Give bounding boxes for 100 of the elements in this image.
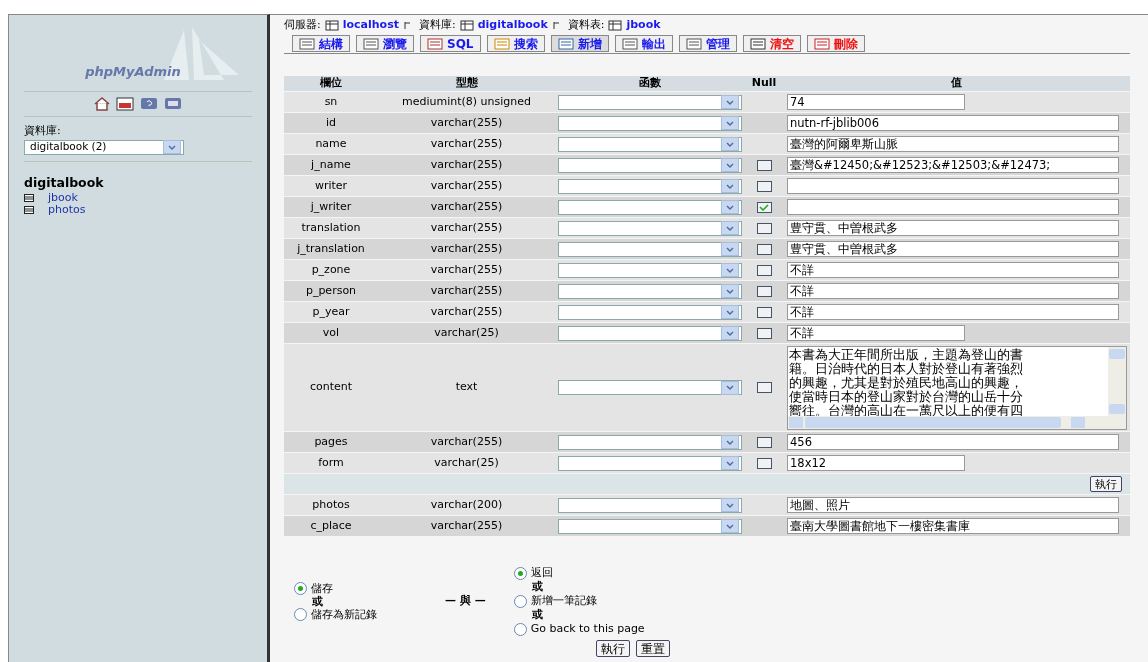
- function-select[interactable]: [558, 220, 742, 236]
- value-input[interactable]: 地圖、照片: [787, 497, 1119, 513]
- tab[interactable]: 刪除: [806, 35, 865, 52]
- null-checkbox[interactable]: [756, 457, 772, 469]
- form-button[interactable]: 重置: [636, 640, 670, 657]
- field-type: varchar(255): [429, 198, 504, 215]
- function-select[interactable]: [558, 434, 742, 450]
- function-select[interactable]: [558, 157, 742, 173]
- radio-button[interactable]: [294, 581, 307, 595]
- submit-button[interactable]: 執行: [1090, 476, 1122, 492]
- breadcrumb-icon: [459, 19, 474, 31]
- value-input[interactable]: 456: [787, 434, 1119, 450]
- sql-window-icon[interactable]: [116, 97, 134, 111]
- value-input[interactable]: 臺南大學圖書館地下一樓密集書庫: [787, 518, 1119, 534]
- function-select[interactable]: [558, 283, 742, 299]
- field-name: p_year: [311, 303, 351, 320]
- database-label: 資料庫:: [24, 123, 62, 139]
- radio-button[interactable]: [513, 566, 527, 580]
- function-select[interactable]: [558, 325, 742, 341]
- home-icon[interactable]: [94, 97, 110, 111]
- vertical-scrollbar[interactable]: [1108, 346, 1126, 416]
- column-header: 型態: [454, 75, 479, 92]
- null-checkbox[interactable]: [756, 285, 772, 297]
- tab[interactable]: 結構: [292, 35, 350, 52]
- function-select[interactable]: [558, 304, 742, 320]
- function-select[interactable]: [558, 241, 742, 257]
- function-select[interactable]: [558, 380, 742, 395]
- null-checkbox[interactable]: [756, 180, 772, 192]
- table-link[interactable]: photos: [48, 204, 86, 217]
- value-input[interactable]: 臺灣&#12450;&#12523;&#12503;&#12473;: [787, 157, 1119, 173]
- breadcrumb-link[interactable]: jbook: [626, 16, 661, 34]
- breadcrumb-label: 伺服器:: [284, 16, 321, 33]
- field-name: j_translation: [296, 240, 366, 257]
- function-select[interactable]: [558, 497, 742, 513]
- function-select[interactable]: [558, 136, 742, 152]
- tab[interactable]: 管理: [678, 35, 737, 52]
- null-checkbox[interactable]: [756, 222, 772, 234]
- breadcrumb-label: 資料庫:: [418, 16, 456, 33]
- function-select[interactable]: [558, 262, 742, 278]
- null-checkbox[interactable]: [756, 306, 772, 318]
- field-type: varchar(255): [429, 303, 504, 320]
- null-checkbox[interactable]: [756, 243, 772, 255]
- breadcrumb-link[interactable]: localhost: [342, 16, 399, 34]
- radio-button[interactable]: [513, 594, 527, 608]
- textarea-line: 本書為大正年間所出版，主題為登山的書: [789, 347, 1023, 362]
- value-input[interactable]: 豊守貫、中曽根武多: [787, 220, 1119, 236]
- breadcrumb-link[interactable]: digitalbook: [477, 16, 548, 34]
- radio-button[interactable]: [294, 607, 307, 621]
- radio-button[interactable]: [513, 622, 527, 636]
- null-checkbox[interactable]: [756, 436, 772, 448]
- function-select[interactable]: [558, 518, 742, 534]
- form-button[interactable]: 執行: [596, 640, 630, 657]
- database-select[interactable]: digitalbook (2): [24, 139, 184, 155]
- function-select[interactable]: [558, 94, 742, 110]
- field-type: varchar(255): [429, 135, 504, 152]
- value-textarea[interactable]: 本書為大正年間所出版，主題為登山的書 籍。日治時代的日本人對於登山有著強烈 的興趣，尤其是對於殖民地高山的興趣， 使當時日本的登山家對於台灣的山岳十分 嚮往。台灣的高山在一萬尺以上的便有四: [787, 345, 1127, 430]
- tab[interactable]: 清空: [742, 35, 801, 52]
- field-type: varchar(255): [429, 177, 504, 194]
- null-checkbox[interactable]: [756, 159, 772, 171]
- function-select[interactable]: [558, 199, 742, 215]
- value-input[interactable]: 臺灣的阿爾卑斯山脈: [787, 136, 1119, 152]
- value-input[interactable]: 不詳: [787, 325, 965, 341]
- value-input[interactable]: nutn-rf-jblib006: [787, 115, 1119, 131]
- table-icon: [24, 194, 34, 203]
- tab[interactable]: 新增: [550, 35, 609, 52]
- field-type: varchar(255): [429, 114, 504, 131]
- field-name: j_name: [310, 156, 352, 173]
- value-input[interactable]: 不詳: [787, 304, 1119, 320]
- or-label: 或: [530, 608, 544, 622]
- tab[interactable]: 搜索: [486, 35, 545, 52]
- function-select[interactable]: [558, 178, 742, 194]
- tab[interactable]: SQL: [420, 35, 481, 52]
- function-select[interactable]: [558, 455, 742, 471]
- tab[interactable]: 輸出: [614, 35, 673, 52]
- breadcrumb-icon: [324, 19, 339, 31]
- tab-icon: [493, 37, 510, 50]
- null-checkbox[interactable]: [756, 327, 772, 339]
- radio-label: Go back to this page: [530, 622, 645, 636]
- null-checkbox[interactable]: [756, 201, 772, 213]
- function-select[interactable]: [558, 115, 742, 131]
- tab[interactable]: 瀏覽: [356, 35, 414, 52]
- table-link[interactable]: jbook: [48, 192, 78, 205]
- help-icon[interactable]: [140, 97, 158, 111]
- field-name: j_writer: [309, 198, 353, 215]
- column-header: 函數: [638, 75, 662, 92]
- null-checkbox[interactable]: [756, 264, 772, 276]
- radio-label: 新增一筆記錄: [530, 594, 597, 608]
- or-label: 或: [530, 580, 544, 594]
- value-input[interactable]: 74: [787, 94, 965, 110]
- value-input[interactable]: [787, 178, 1119, 194]
- horizontal-scrollbar[interactable]: [788, 415, 1126, 429]
- field-name: pages: [313, 433, 349, 450]
- value-input[interactable]: 豊守貫、中曽根武多: [787, 241, 1119, 257]
- value-input[interactable]: 18x12: [787, 455, 965, 471]
- field-name: id: [324, 114, 337, 131]
- value-input[interactable]: 不詳: [787, 262, 1119, 278]
- value-input[interactable]: 不詳: [787, 283, 1119, 299]
- value-input[interactable]: [787, 199, 1119, 215]
- null-checkbox[interactable]: [756, 382, 772, 393]
- radio-label: 儲存: [311, 581, 333, 595]
